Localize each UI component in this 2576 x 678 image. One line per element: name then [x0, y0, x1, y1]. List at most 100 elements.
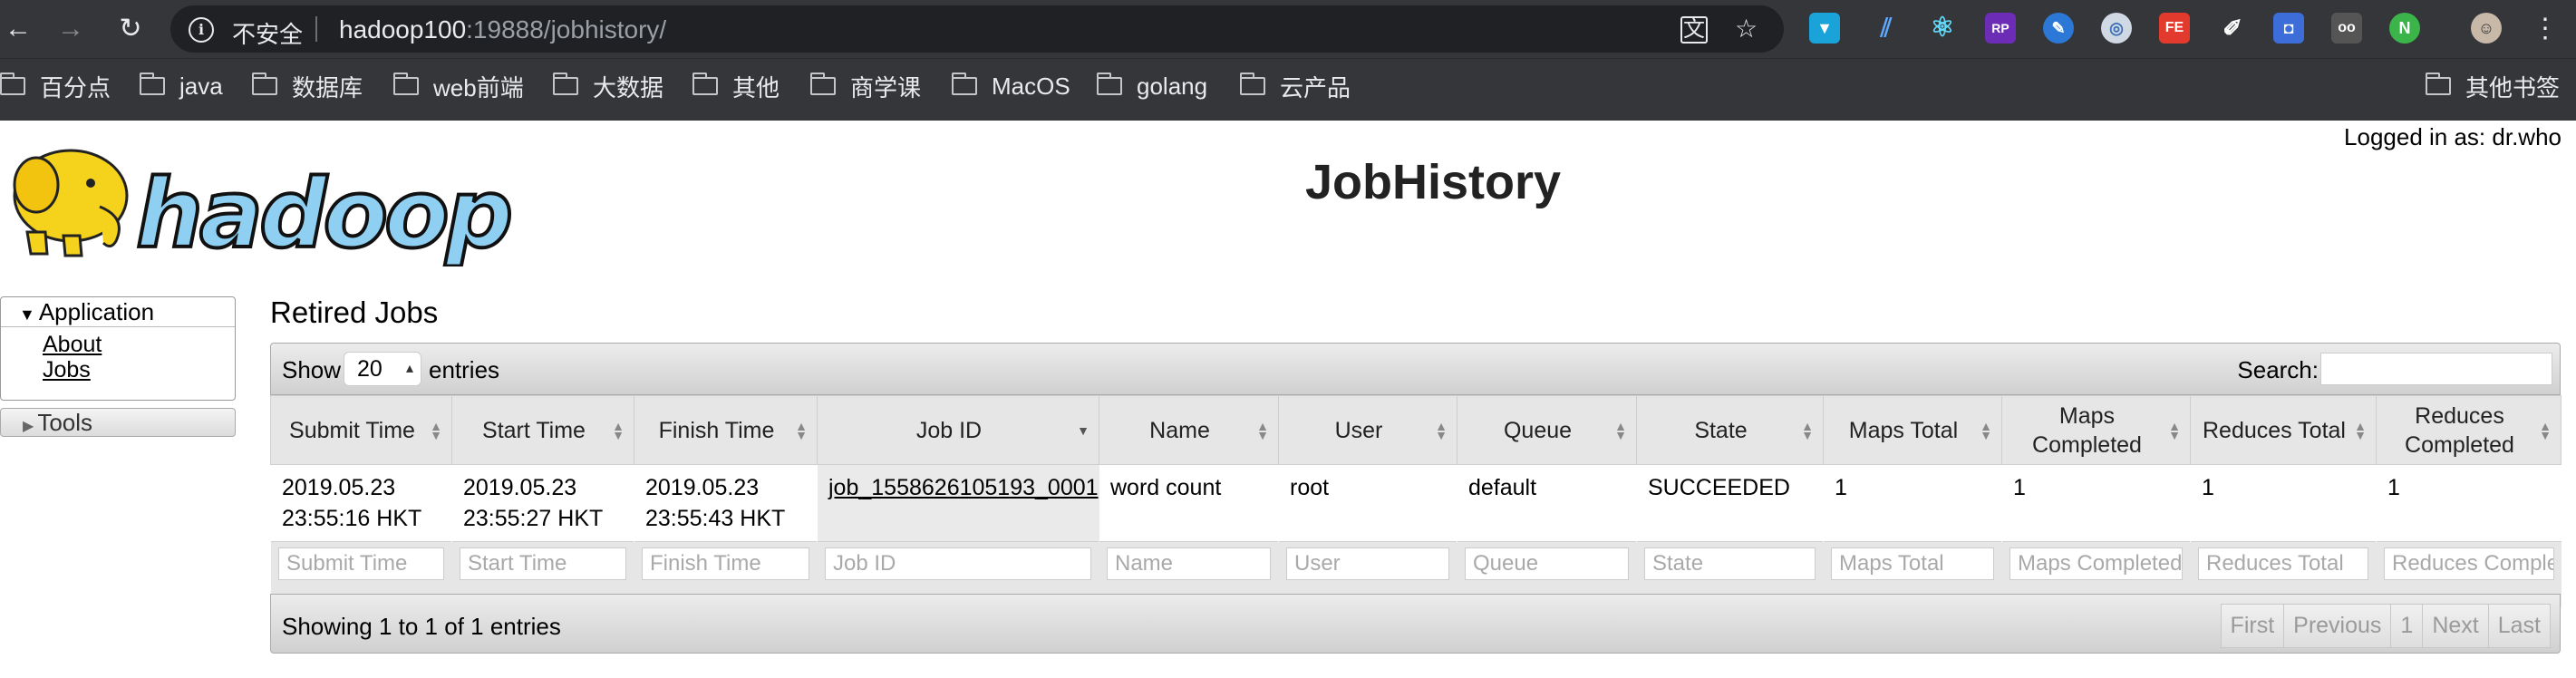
- filter-input-reduces-completed[interactable]: Reduces Completed: [2384, 547, 2554, 580]
- profile-avatar[interactable]: ☺: [2471, 13, 2502, 44]
- url-text[interactable]: hadoop100:19888/jobhistory/: [339, 15, 666, 44]
- filter-input-maps-completed[interactable]: Maps Completed: [2009, 547, 2183, 580]
- entries-select[interactable]: 20▴▾: [344, 352, 421, 409]
- filter-input-finish-time[interactable]: Finish Time: [642, 547, 809, 580]
- sidebar-application-header[interactable]: ▼ Application: [1, 297, 235, 327]
- extension-square-icon[interactable]: ◘: [2273, 13, 2304, 44]
- bookmark-folder[interactable]: web前端: [393, 73, 524, 102]
- bookmark-folder[interactable]: 大数据: [553, 73, 664, 102]
- column-header-user[interactable]: User ▲ ▼: [1278, 395, 1457, 465]
- bookmark-label: 大数据: [593, 73, 664, 102]
- sort-icon: ▲ ▼: [1256, 418, 1269, 442]
- sidebar-link-jobs[interactable]: Jobs: [43, 357, 91, 383]
- extension-pen-icon[interactable]: ✎: [2043, 13, 2074, 44]
- folder-icon: [810, 73, 836, 95]
- column-header-submit-time[interactable]: Submit Time ▲ ▼: [270, 395, 452, 465]
- column-header-name[interactable]: Name ▲ ▼: [1099, 395, 1279, 465]
- cell-maps-completed: 1: [2013, 475, 2026, 500]
- filter-input-reduces-total[interactable]: Reduces Total: [2198, 547, 2368, 580]
- back-arrow-icon[interactable]: ←: [0, 11, 36, 47]
- bookmark-star-icon[interactable]: ☆: [1735, 16, 1758, 42]
- triangle-down-icon: ▼: [19, 305, 35, 324]
- menu-kebab-icon[interactable]: ⋮: [2527, 11, 2563, 47]
- extension-filter-icon[interactable]: ▼: [1809, 13, 1840, 44]
- cell-start-time: 2019.05.23 23:55:27 HKT: [463, 475, 604, 531]
- bookmark-folder[interactable]: 商学课: [810, 73, 922, 102]
- bookmark-folder[interactable]: MacOS: [952, 73, 1070, 100]
- column-header-state[interactable]: State ▲ ▼: [1636, 395, 1824, 465]
- pager-next[interactable]: Next: [2422, 604, 2489, 648]
- folder-icon: [252, 73, 277, 95]
- bookmark-label: 商学课: [850, 73, 922, 102]
- folder-icon: [2426, 73, 2451, 95]
- extension-n-icon[interactable]: N: [2389, 13, 2420, 44]
- sort-icon: ▲ ▼: [430, 418, 442, 442]
- bookmark-label: MacOS: [992, 72, 1070, 100]
- bookmark-folder[interactable]: golang: [1097, 73, 1207, 100]
- column-label: User: [1334, 417, 1383, 443]
- address-bar[interactable]: i 不安全 hadoop100:19888/jobhistory/ 文 ☆: [170, 5, 1784, 53]
- sort-icon: ▲ ▼: [1801, 418, 1814, 442]
- column-header-job-id[interactable]: Job ID ▼: [817, 395, 1099, 465]
- filter-input-job-id[interactable]: Job ID: [825, 547, 1091, 580]
- bookmark-folder[interactable]: 其他: [692, 73, 780, 102]
- sort-icon: ▲ ▼: [795, 418, 808, 442]
- column-header-reduces-completed[interactable]: Reduces Completed ▲ ▼: [2376, 395, 2561, 465]
- bookmark-label: 其他书签: [2465, 73, 2561, 102]
- sort-icon: ▲ ▼: [2539, 418, 2552, 442]
- pager-last[interactable]: Last: [2487, 604, 2551, 648]
- bookmark-label: java: [179, 72, 223, 100]
- filter-input-user[interactable]: User: [1286, 547, 1449, 580]
- bookmark-folder[interactable]: java: [140, 73, 223, 100]
- extension-fe-icon[interactable]: FE: [2159, 13, 2190, 44]
- column-label: State: [1694, 417, 1748, 443]
- column-header-reduces-total[interactable]: Reduces Total ▲ ▼: [2190, 395, 2377, 465]
- job-id-link[interactable]: job_1558626105193_0001: [828, 475, 1099, 500]
- react-devtools-icon[interactable]: ⚛: [1927, 13, 1958, 44]
- bookmark-folder[interactable]: 百分点: [0, 73, 111, 102]
- sort-icon: ▲ ▼: [2168, 418, 2181, 442]
- column-header-queue[interactable]: Queue ▲ ▼: [1457, 395, 1637, 465]
- other-bookmarks[interactable]: 其他书签: [2426, 73, 2561, 102]
- insecure-label: 不安全: [232, 21, 304, 48]
- bookmark-folder[interactable]: 数据库: [252, 73, 363, 102]
- filter-input-maps-total[interactable]: Maps Total: [1831, 547, 1994, 580]
- pager-first[interactable]: First: [2220, 604, 2285, 648]
- filter-input-state[interactable]: State: [1644, 547, 1816, 580]
- column-header-start-time[interactable]: Start Time ▲ ▼: [451, 395, 634, 465]
- translate-icon[interactable]: 文: [1680, 16, 1708, 44]
- url-host: hadoop100: [339, 15, 467, 44]
- pager-previous[interactable]: Previous: [2283, 604, 2392, 648]
- extension-rp-icon[interactable]: RP: [1985, 13, 2016, 44]
- info-icon[interactable]: i: [189, 17, 214, 43]
- filter-input-name[interactable]: Name: [1107, 547, 1271, 580]
- filter-input-start-time[interactable]: Start Time: [460, 547, 626, 580]
- forward-arrow-icon[interactable]: →: [53, 11, 89, 47]
- column-header-maps-total[interactable]: Maps Total ▲ ▼: [1823, 395, 2002, 465]
- sidebar-link-about[interactable]: About: [43, 332, 102, 358]
- url-path: :19888/jobhistory/: [466, 15, 667, 44]
- column-header-finish-time[interactable]: Finish Time ▲ ▼: [634, 395, 818, 465]
- column-label: Reduces Completed: [2405, 402, 2514, 458]
- bookmark-folder[interactable]: 云产品: [1240, 73, 1351, 102]
- column-header-maps-completed[interactable]: Maps Completed ▲ ▼: [2001, 395, 2191, 465]
- extension-bars-icon[interactable]: ⫽: [1871, 13, 1902, 44]
- sort-desc-icon: ▼: [1077, 422, 1089, 438]
- bookmark-label: golang: [1137, 72, 1208, 100]
- extension-glasses-icon[interactable]: oo: [2331, 13, 2362, 44]
- extension-pencil-icon[interactable]: ✐: [2217, 13, 2248, 44]
- cell-name: word count: [1110, 475, 1222, 500]
- cell-job-id: job_1558626105193_0001: [817, 464, 1099, 542]
- pager-page-1[interactable]: 1: [2390, 604, 2424, 648]
- search-input[interactable]: [2320, 353, 2552, 385]
- bookmark-label: web前端: [433, 73, 524, 102]
- hadoop-logo[interactable]: hadoop: [0, 131, 544, 266]
- sidebar-tools-label: Tools: [37, 409, 93, 436]
- triangle-right-icon: ▶: [23, 419, 34, 434]
- reload-icon[interactable]: ↻: [112, 11, 149, 47]
- sidebar-tools-header[interactable]: ▶ Tools: [0, 408, 236, 437]
- section-title: Retired Jobs: [270, 295, 439, 329]
- extension-circle-icon[interactable]: ◎: [2101, 13, 2132, 44]
- filter-input-queue[interactable]: Queue: [1465, 547, 1629, 580]
- filter-input-submit-time[interactable]: Submit Time: [278, 547, 444, 580]
